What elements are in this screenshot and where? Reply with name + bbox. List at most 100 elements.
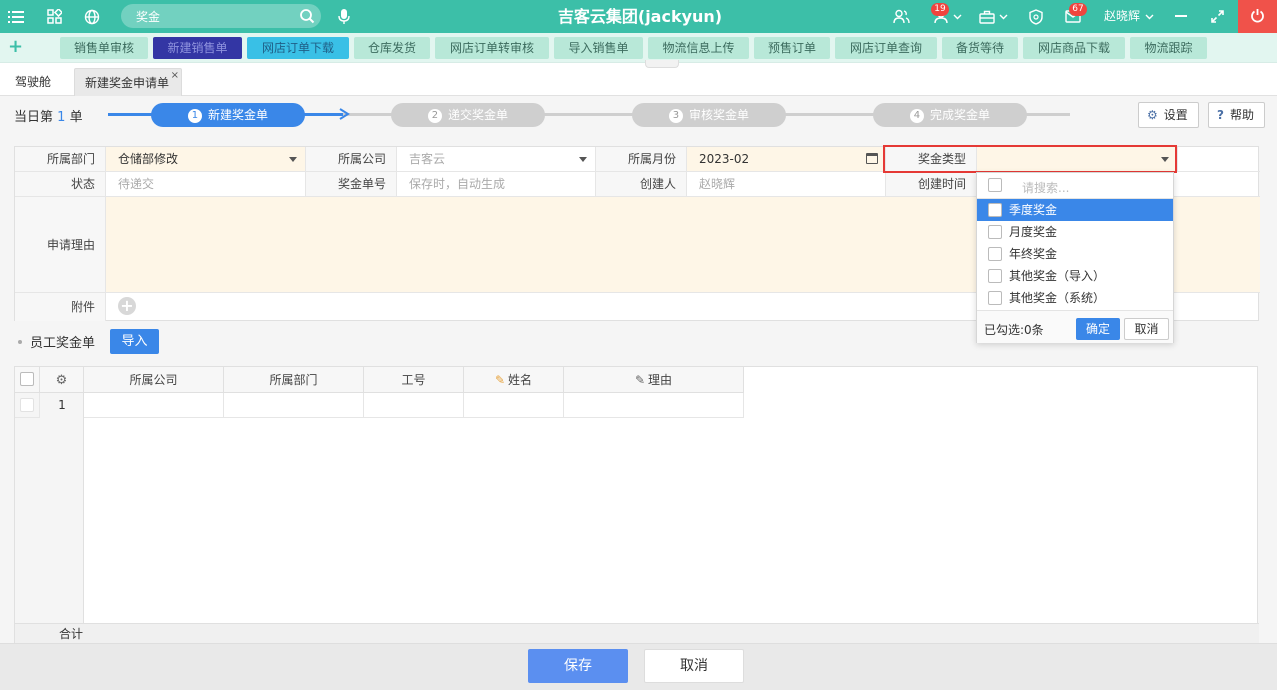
option-other-bonus-system[interactable]: 其他奖金（系统） — [977, 287, 1173, 309]
tab-cockpit[interactable]: 驾驶舱 — [5, 68, 61, 96]
globe-icon[interactable] — [82, 0, 102, 33]
option-checkbox[interactable] — [988, 203, 1002, 217]
quick-stock-wait[interactable]: 备货等待 — [942, 37, 1018, 59]
month-picker[interactable]: 2023-02 — [687, 147, 886, 172]
import-button[interactable]: 导入 — [110, 329, 159, 354]
dropdown-search[interactable]: 请搜索... — [977, 173, 1173, 199]
column-reason: ✎ 理由 — [564, 367, 744, 393]
calendar-icon[interactable] — [866, 153, 878, 164]
cancel-button[interactable]: 取消 — [644, 649, 744, 683]
cell-employee-id[interactable] — [364, 393, 464, 418]
option-label: 月度奖金 — [1009, 225, 1058, 239]
cell-department[interactable] — [224, 393, 364, 418]
close-tab-icon[interactable]: × — [171, 62, 179, 90]
dropdown-select-all-checkbox[interactable] — [988, 178, 1002, 192]
collapse-toggle[interactable] — [645, 60, 679, 68]
cell-name[interactable] — [464, 393, 564, 418]
option-label: 其他奖金（导入） — [1009, 269, 1106, 283]
shield-icon[interactable] — [1026, 0, 1046, 33]
select-all-checkbox[interactable] — [20, 372, 34, 386]
company-select[interactable]: 吉客云 — [397, 147, 596, 172]
apps-grid-icon[interactable] — [44, 0, 64, 33]
option-annual-bonus[interactable]: 年终奖金 — [977, 243, 1173, 265]
bottom-action-bar: 保存 取消 — [0, 643, 1277, 690]
step-complete-bonus: 4 完成奖金单 — [873, 103, 1027, 127]
company-label: 所属公司 — [306, 147, 397, 172]
step-new-bonus: 1 新建奖金单 — [151, 103, 305, 127]
creator-value: 赵晓辉 — [687, 172, 886, 197]
bonus-no-value: 保存时，自动生成 — [397, 172, 596, 197]
row-checkbox[interactable] — [20, 398, 34, 412]
team-icon[interactable] — [891, 0, 911, 33]
month-value: 2023-02 — [699, 152, 750, 166]
fullscreen-icon[interactable] — [1209, 0, 1225, 33]
quick-online-order-query[interactable]: 网店订单查询 — [835, 37, 937, 59]
grid-settings[interactable]: ⚙ — [40, 367, 84, 393]
employee-section-title: 员工奖金单 — [18, 332, 95, 351]
option-quarterly-bonus[interactable]: 季度奖金 — [977, 199, 1173, 221]
chevron-down-icon[interactable] — [998, 0, 1008, 33]
tab-new-bonus-request[interactable]: 新建奖金申请单 × — [74, 68, 182, 96]
create-time-label: 创建时间 — [886, 172, 977, 197]
progress-arrow-icon — [338, 107, 352, 121]
microphone-icon[interactable] — [336, 0, 352, 33]
total-label: 合计 — [59, 627, 84, 641]
option-checkbox[interactable] — [988, 291, 1002, 305]
row-check-cell — [15, 393, 40, 418]
option-other-bonus-import[interactable]: 其他奖金（导入） — [977, 265, 1173, 287]
quick-online-order-to-review[interactable]: 网店订单转审核 — [435, 37, 549, 59]
quick-logistics-upload[interactable]: 物流信息上传 — [648, 37, 749, 59]
column-company: 所属公司 — [84, 367, 224, 393]
save-button[interactable]: 保存 — [528, 649, 628, 683]
option-checkbox[interactable] — [988, 247, 1002, 261]
step-label: 递交奖金单 — [447, 108, 508, 122]
tab-label: 新建奖金申请单 — [85, 76, 170, 90]
help-button[interactable]: ? 帮助 — [1208, 102, 1265, 128]
option-monthly-bonus[interactable]: 月度奖金 — [977, 221, 1173, 243]
search-icon[interactable] — [299, 8, 315, 24]
dept-label: 所属部门 — [15, 147, 106, 172]
grid-head-check — [15, 367, 40, 393]
cell-reason[interactable] — [564, 393, 744, 418]
add-attachment-icon[interactable]: + — [118, 297, 136, 315]
quick-new-sales-order[interactable]: 新建销售单 — [153, 37, 242, 59]
logout-button[interactable] — [1238, 0, 1277, 33]
quick-logistics-tracking[interactable]: 物流跟踪 — [1130, 37, 1207, 59]
chevron-down-icon — [1161, 157, 1169, 162]
dept-select[interactable]: 仓储部修改 — [106, 147, 306, 172]
quick-online-order-download[interactable]: 网店订单下载 — [247, 37, 349, 59]
page-tab-bar: 驾驶舱 新建奖金申请单 × — [0, 68, 1277, 96]
menu-list-icon[interactable] — [6, 0, 26, 33]
step-submit-bonus: 2 递交奖金单 — [391, 103, 545, 127]
chevron-down-icon[interactable] — [952, 0, 962, 33]
quick-warehouse-ship[interactable]: 仓库发货 — [354, 37, 430, 59]
bonus-type-select[interactable] — [977, 147, 1178, 172]
tab-label: 驾驶舱 — [15, 75, 52, 89]
step-number: 1 — [187, 109, 202, 123]
quick-online-goods-download[interactable]: 网店商品下载 — [1023, 37, 1125, 59]
quick-sales-review[interactable]: 销售单审核 — [60, 37, 148, 59]
briefcase-icon[interactable] — [977, 0, 997, 33]
top-bar: 奖金 吉客云集团(jackyun) 19 67 赵晓辉 — [0, 0, 1277, 33]
app-title: 吉客云集团(jackyun) — [557, 7, 723, 26]
search-input[interactable]: 奖金 — [121, 4, 321, 28]
daily-count-number: 1 — [57, 110, 66, 125]
username-menu[interactable]: 赵晓辉 — [1104, 0, 1140, 33]
chevron-down-icon[interactable] — [1144, 0, 1154, 33]
chevron-down-icon — [289, 157, 297, 162]
add-shortcut-icon[interactable]: + — [8, 37, 23, 57]
column-name-label: 姓名 — [508, 373, 533, 387]
option-checkbox[interactable] — [988, 225, 1002, 239]
option-checkbox[interactable] — [988, 269, 1002, 283]
edit-pencil-icon: ✎ — [634, 373, 646, 387]
dropdown-confirm-button[interactable]: 确定 — [1076, 318, 1120, 340]
cell-company[interactable] — [84, 393, 224, 418]
quick-presale-order[interactable]: 预售订单 — [754, 37, 830, 59]
quick-import-sales[interactable]: 导入销售单 — [554, 37, 643, 59]
settings-button[interactable]: ⚙ 设置 — [1138, 102, 1199, 128]
quick-menu-bar: + 销售单审核 新建销售单 网店订单下载 仓库发货 网店订单转审核 导入销售单 … — [0, 33, 1277, 63]
minimize-icon[interactable] — [1173, 0, 1189, 33]
gear-icon: ⚙ — [55, 373, 68, 388]
column-employee-id: 工号 — [364, 367, 464, 393]
dropdown-cancel-button[interactable]: 取消 — [1124, 318, 1169, 340]
